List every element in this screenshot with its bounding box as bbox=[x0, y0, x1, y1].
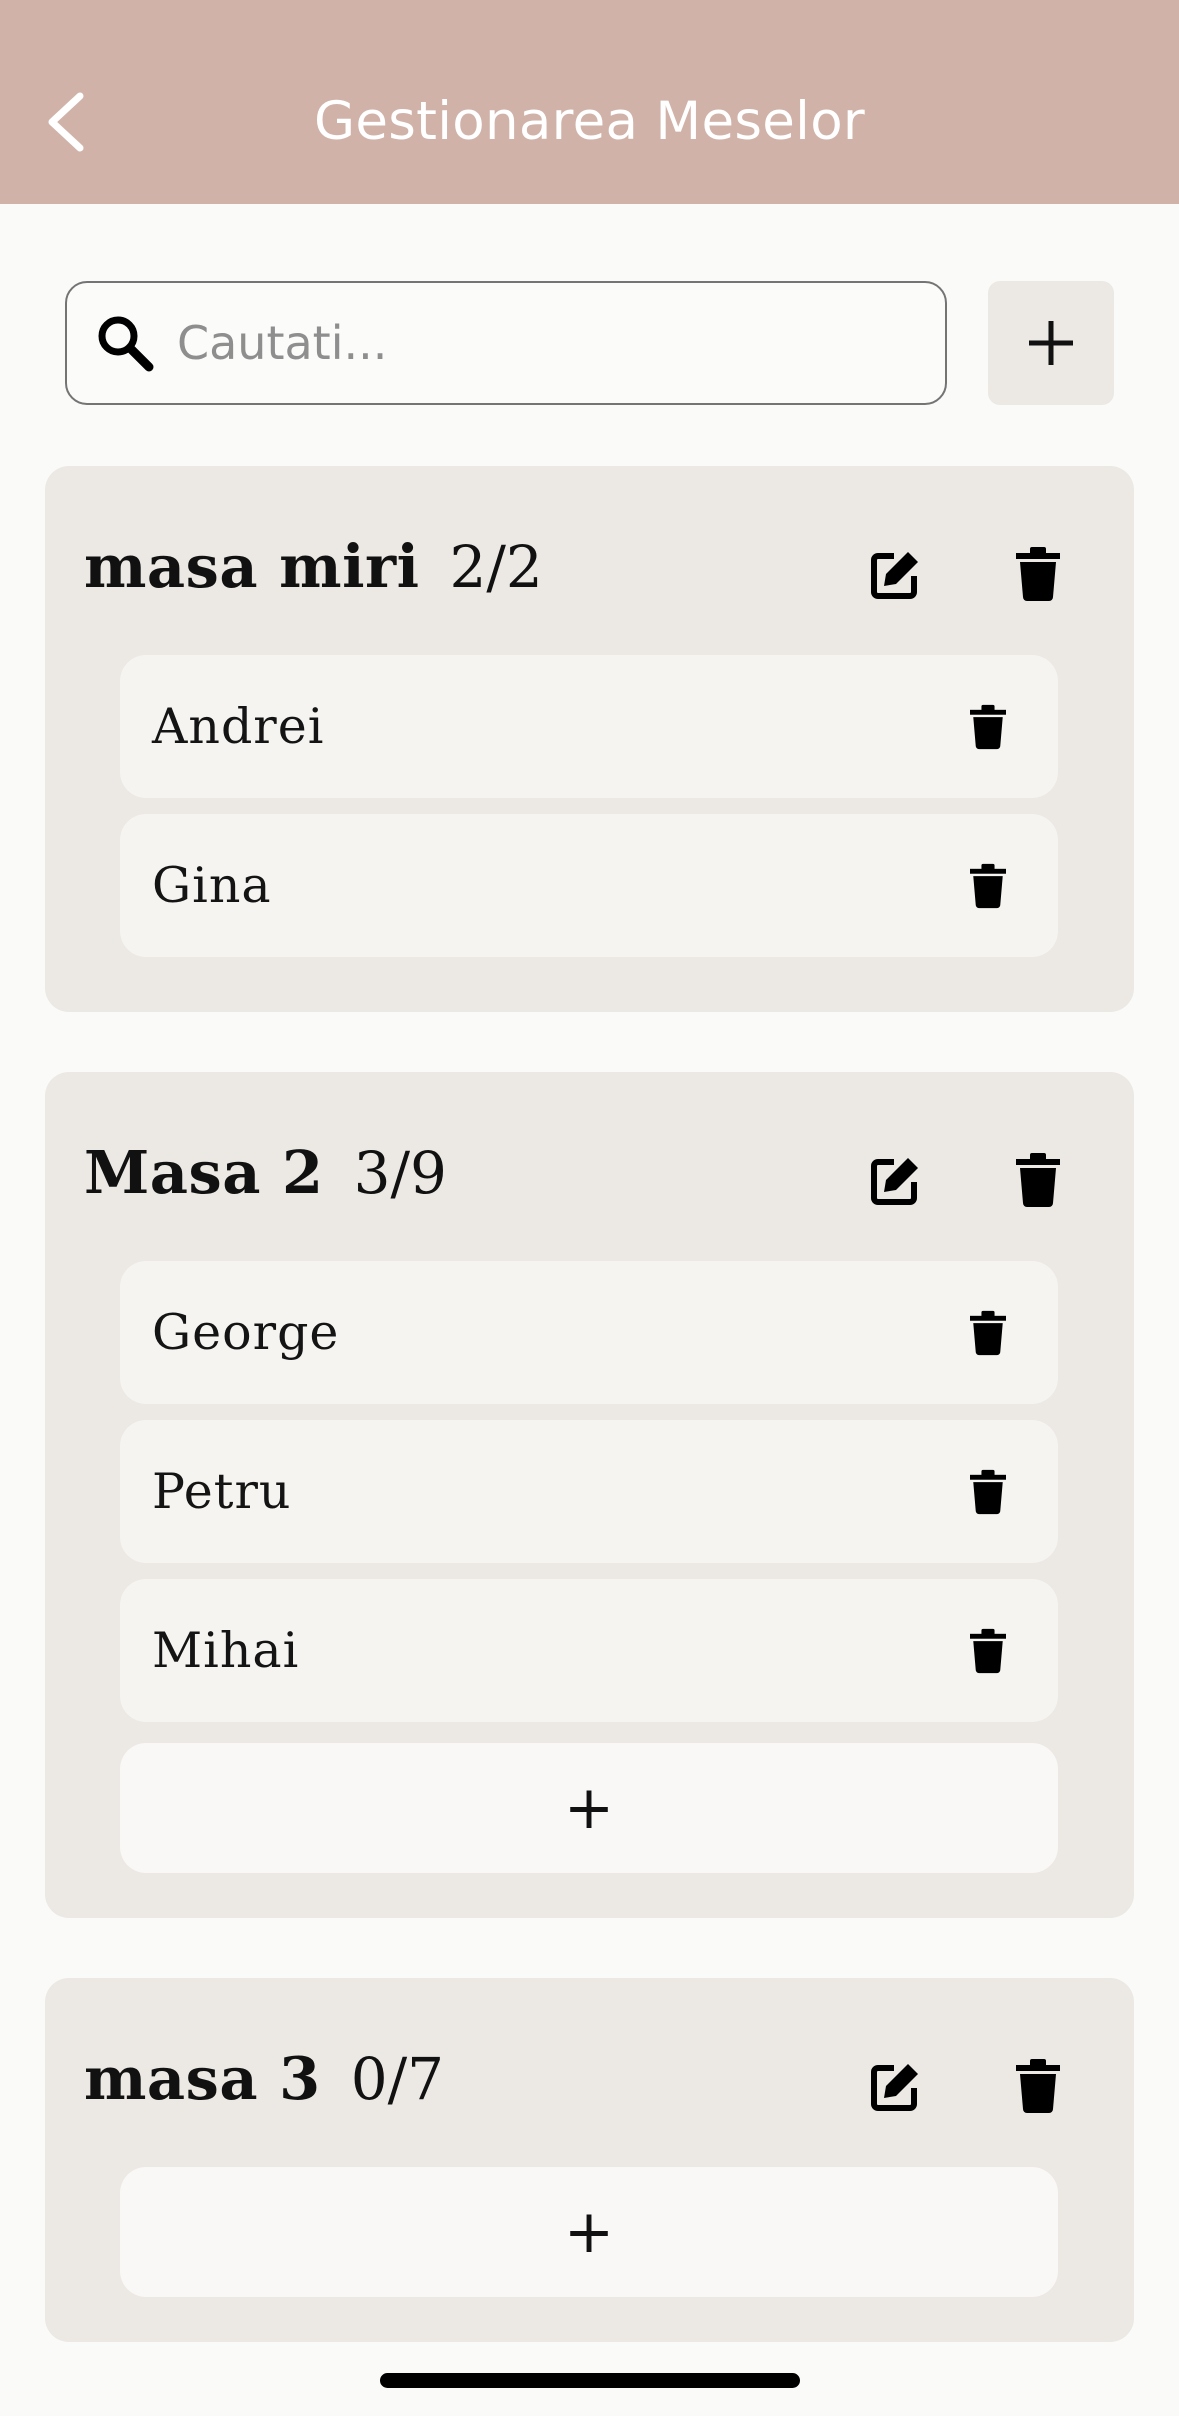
trash-icon bbox=[970, 1310, 1006, 1356]
delete-table-button[interactable] bbox=[993, 529, 1083, 619]
table-occupancy: 3/9 bbox=[353, 1139, 447, 1207]
table-occupancy: 2/2 bbox=[449, 533, 543, 601]
edit-table-button[interactable] bbox=[851, 1135, 941, 1225]
table-header: masa 3 0/7 bbox=[84, 2044, 444, 2124]
home-indicator[interactable] bbox=[380, 2373, 800, 2388]
edit-table-button[interactable] bbox=[851, 529, 941, 619]
table-card: masa 3 0/7 + bbox=[45, 1978, 1134, 2342]
trash-icon bbox=[970, 1469, 1006, 1515]
guest-name: Petru bbox=[152, 1463, 292, 1520]
delete-table-button[interactable] bbox=[993, 1135, 1083, 1225]
table-name: masa miri bbox=[84, 532, 420, 601]
edit-icon bbox=[871, 2064, 918, 2111]
guest-row: Mihai bbox=[120, 1579, 1058, 1722]
trash-icon bbox=[970, 704, 1006, 750]
add-guest-button[interactable]: + bbox=[120, 2167, 1058, 2297]
edit-table-button[interactable] bbox=[851, 2041, 941, 2131]
delete-table-button[interactable] bbox=[993, 2041, 1083, 2131]
trash-icon bbox=[1016, 1153, 1060, 1207]
search-box[interactable] bbox=[65, 281, 947, 405]
guest-name: Andrei bbox=[152, 698, 325, 755]
trash-icon bbox=[970, 863, 1006, 909]
guest-row: George bbox=[120, 1261, 1058, 1404]
table-name: Masa 2 bbox=[84, 1138, 324, 1207]
add-table-button[interactable] bbox=[988, 281, 1114, 405]
trash-icon bbox=[1016, 547, 1060, 601]
guest-row: Gina bbox=[120, 814, 1058, 957]
plus-icon bbox=[1029, 321, 1073, 365]
delete-guest-button[interactable] bbox=[952, 689, 1024, 765]
search-icon bbox=[98, 316, 154, 372]
delete-guest-button[interactable] bbox=[952, 848, 1024, 924]
table-name: masa 3 bbox=[84, 2044, 321, 2113]
edit-icon bbox=[871, 552, 918, 599]
table-header: Masa 2 3/9 bbox=[84, 1138, 447, 1218]
delete-guest-button[interactable] bbox=[952, 1295, 1024, 1371]
trash-icon bbox=[1016, 2059, 1060, 2113]
table-header: masa miri 2/2 bbox=[84, 532, 543, 612]
guest-name: Gina bbox=[152, 857, 272, 914]
page-title: Gestionarea Meselor bbox=[313, 91, 866, 152]
guest-row: Petru bbox=[120, 1420, 1058, 1563]
table-card: Masa 2 3/9 George Petru Mihai + bbox=[45, 1072, 1134, 1918]
app-bar: Gestionarea Meselor bbox=[0, 0, 1179, 204]
guest-name: Mihai bbox=[152, 1622, 300, 1679]
trash-icon bbox=[970, 1628, 1006, 1674]
search-input[interactable] bbox=[177, 283, 917, 402]
add-guest-button[interactable]: + bbox=[120, 1743, 1058, 1873]
delete-guest-button[interactable] bbox=[952, 1613, 1024, 1689]
table-occupancy: 0/7 bbox=[350, 2045, 445, 2113]
table-card: masa miri 2/2 Andrei Gina bbox=[45, 466, 1134, 1012]
delete-guest-button[interactable] bbox=[952, 1454, 1024, 1530]
guest-name: George bbox=[152, 1304, 340, 1361]
guest-row: Andrei bbox=[120, 655, 1058, 798]
edit-icon bbox=[871, 1158, 918, 1205]
